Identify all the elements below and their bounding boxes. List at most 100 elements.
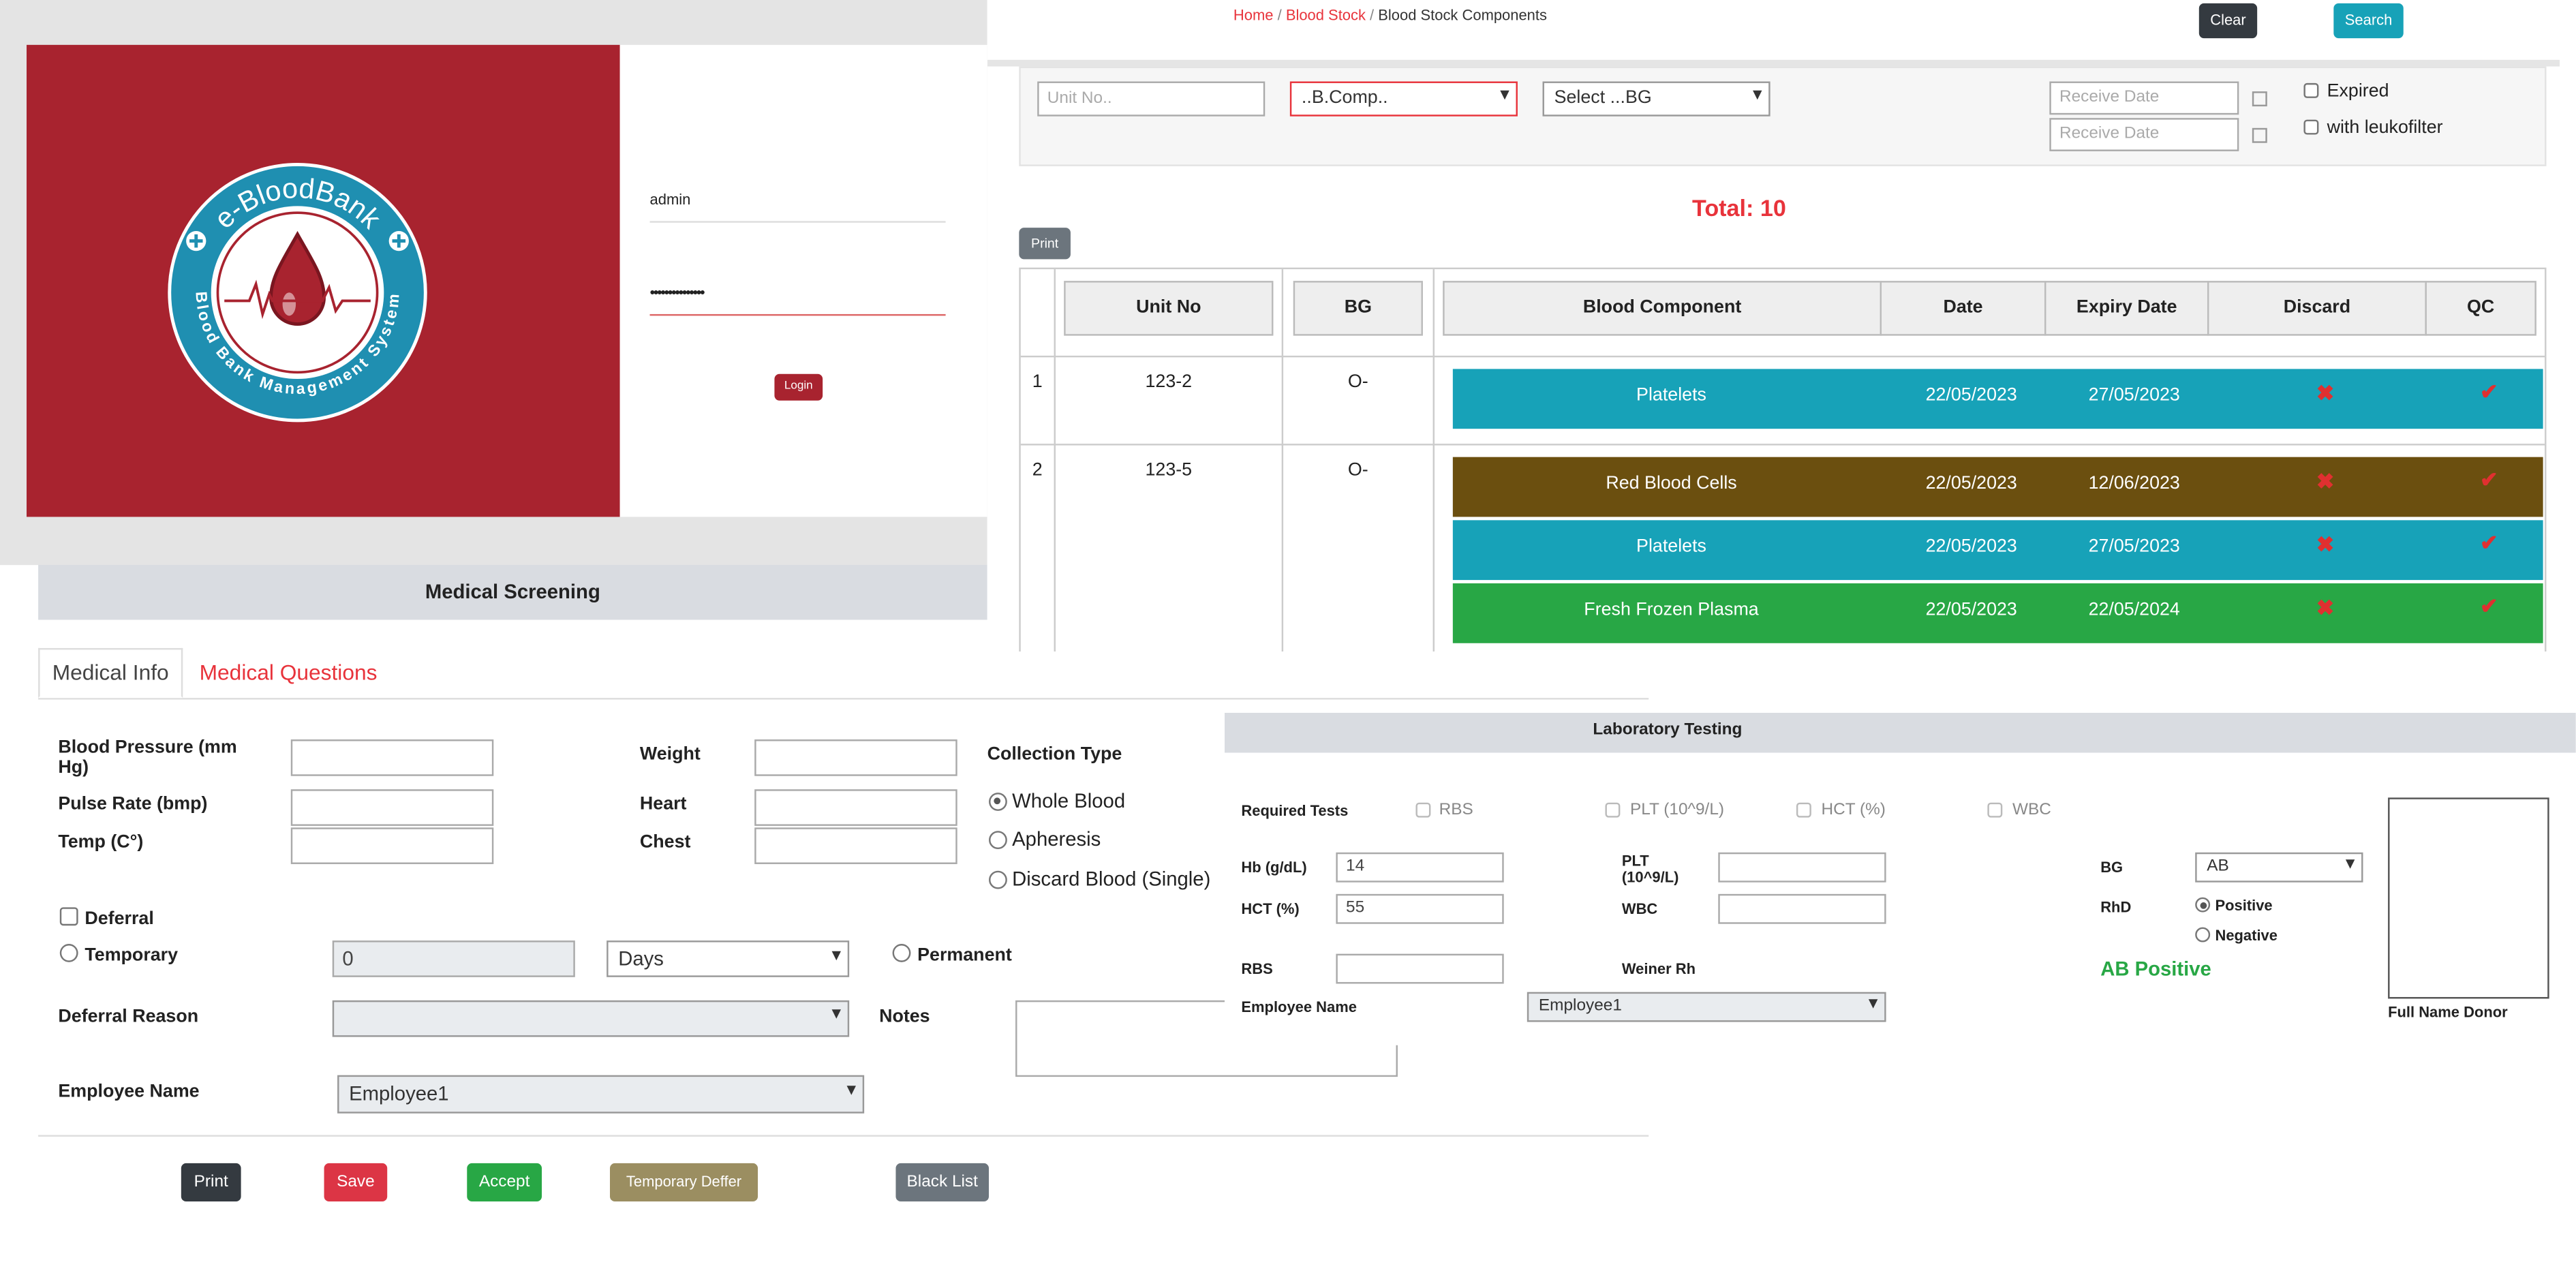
- employee-select[interactable]: Employee1: [337, 1075, 865, 1114]
- discard-icon[interactable]: ✖: [2215, 595, 2435, 622]
- hb-input[interactable]: 14: [1336, 853, 1504, 883]
- password-field[interactable]: •••••••••••••••: [649, 284, 946, 316]
- discard-blood-radio[interactable]: [989, 870, 1007, 889]
- component-row[interactable]: Red Blood Cells 22/05/2023 12/06/2023 ✖ …: [1452, 457, 2543, 517]
- qc-check-icon[interactable]: ✔: [2435, 594, 2543, 620]
- bg-label: BG: [2100, 859, 2123, 876]
- discard-blood-label: Discard Blood (Single): [1012, 867, 1211, 891]
- filter-bar: [987, 59, 2560, 67]
- discard-icon[interactable]: ✖: [2215, 532, 2435, 558]
- breadcrumb: Home / Blood Stock / Blood Stock Compone…: [1233, 6, 1547, 24]
- permanent-radio[interactable]: [892, 944, 911, 962]
- bg-select[interactable]: Select ...BG: [1542, 81, 1770, 117]
- black-list-button[interactable]: Black List: [895, 1163, 990, 1202]
- component-row[interactable]: Platelets 22/05/2023 27/05/2023 ✖ ✔: [1452, 369, 2543, 429]
- deferral-reason-select[interactable]: [332, 1000, 850, 1037]
- weiner-rh-label: Weiner Rh: [1622, 960, 1696, 978]
- rbs-label: RBS: [1241, 960, 1274, 978]
- component-select[interactable]: ..B.Comp..: [1289, 81, 1518, 117]
- apheresis-label: Apheresis: [1012, 827, 1101, 851]
- hct-label: HCT (%): [1241, 900, 1300, 918]
- deferral-unit-select[interactable]: Days: [607, 940, 850, 977]
- component-expiry: 27/05/2023: [2088, 536, 2180, 557]
- component-date: 22/05/2023: [1925, 600, 2017, 620]
- save-button[interactable]: Save: [324, 1163, 388, 1202]
- row-index: 1: [1032, 372, 1043, 393]
- component-date: 22/05/2023: [1925, 385, 2017, 406]
- bg-cell: O-: [1347, 460, 1368, 480]
- wbc-test-label: WBC: [2012, 801, 2052, 820]
- blood-pressure-label: Blood Pressure (mm Hg): [58, 737, 237, 778]
- lab-title-bar: Laboratory Testing: [1225, 713, 2576, 753]
- required-tests-label: Required Tests: [1241, 802, 1349, 820]
- hct-checkbox[interactable]: [1796, 802, 1812, 818]
- rhd-positive-label: Positive: [2215, 897, 2273, 915]
- col-unit-no: Unit No: [1063, 281, 1274, 336]
- lab-bg-select[interactable]: AB: [2195, 853, 2363, 883]
- lab-testing-panel: Laboratory Testing Required Tests RBS PL…: [1225, 713, 2576, 1046]
- receive-date-from-input[interactable]: Receive Date: [2049, 81, 2239, 115]
- calendar-icon[interactable]: [2252, 91, 2267, 107]
- clear-button[interactable]: Clear: [2198, 3, 2257, 39]
- plt-test-label: PLT (10^9/L): [1630, 801, 1725, 820]
- breadcrumb-current: Blood Stock Components: [1377, 6, 1547, 24]
- discard-icon[interactable]: ✖: [2215, 380, 2435, 407]
- wbc-checkbox[interactable]: [1987, 802, 2003, 818]
- leukofilter-checkbox[interactable]: [2303, 119, 2318, 135]
- tab-medical-questions[interactable]: Medical Questions: [200, 660, 378, 685]
- hct-input[interactable]: 55: [1336, 894, 1504, 925]
- discard-icon[interactable]: ✖: [2215, 469, 2435, 495]
- rhd-positive-radio[interactable]: [2195, 897, 2211, 913]
- calendar-icon[interactable]: [2252, 127, 2267, 143]
- col-date: Date: [1880, 281, 2046, 336]
- rbs-test-label: RBS: [1439, 801, 1474, 820]
- apheresis-radio[interactable]: [989, 831, 1007, 850]
- component-name: Platelets: [1636, 536, 1706, 557]
- component-name: Platelets: [1636, 385, 1706, 406]
- weight-input[interactable]: [754, 739, 957, 776]
- expired-checkbox[interactable]: [2303, 82, 2318, 98]
- plt-input[interactable]: [1718, 853, 1886, 883]
- username-field[interactable]: admin: [649, 189, 946, 223]
- qc-check-icon[interactable]: ✔: [2435, 379, 2543, 405]
- component-expiry: 27/05/2023: [2088, 385, 2180, 406]
- heart-input[interactable]: [754, 789, 957, 826]
- qc-check-icon[interactable]: ✔: [2435, 467, 2543, 493]
- plt-checkbox[interactable]: [1605, 802, 1621, 818]
- deferral-checkbox[interactable]: [59, 907, 78, 926]
- chest-input[interactable]: [754, 827, 957, 864]
- donor-name-caption: Full Name Donor: [2388, 1004, 2509, 1021]
- search-button[interactable]: Search: [2333, 3, 2404, 39]
- qc-check-icon[interactable]: ✔: [2435, 530, 2543, 557]
- chest-label: Chest: [639, 832, 691, 853]
- rbs-input[interactable]: [1336, 953, 1504, 984]
- unit-no-cell: 123-5: [1145, 460, 1192, 480]
- print-button[interactable]: Print: [181, 1163, 241, 1202]
- breadcrumb-blood-stock[interactable]: Blood Stock: [1285, 7, 1365, 23]
- wbc-input[interactable]: [1718, 894, 1886, 925]
- rbs-checkbox[interactable]: [1415, 802, 1431, 818]
- tab-medical-info[interactable]: Medical Info: [38, 647, 183, 699]
- deferral-label: Deferral: [85, 908, 154, 930]
- total-count: Total: 10: [1691, 194, 1786, 221]
- temp-input[interactable]: [290, 827, 494, 864]
- login-button[interactable]: Login: [774, 373, 823, 401]
- temporary-defer-button[interactable]: Temporary Deffer: [610, 1163, 758, 1202]
- deferral-duration-input[interactable]: 0: [332, 940, 575, 977]
- hct-test-label: HCT (%): [1821, 801, 1886, 820]
- temporary-radio[interactable]: [59, 944, 78, 962]
- component-date: 22/05/2023: [1925, 536, 2017, 557]
- accept-button[interactable]: Accept: [467, 1163, 542, 1202]
- print-stock-button[interactable]: Print: [1018, 228, 1071, 260]
- receive-date-to-input[interactable]: Receive Date: [2049, 118, 2239, 151]
- rhd-negative-radio[interactable]: [2195, 927, 2211, 942]
- blood-pressure-input[interactable]: [290, 739, 494, 776]
- expired-label: Expired: [2327, 81, 2389, 102]
- breadcrumb-home[interactable]: Home: [1233, 7, 1274, 23]
- unit-no-input[interactable]: Unit No..: [1037, 81, 1265, 117]
- whole-blood-radio[interactable]: [989, 793, 1007, 811]
- component-name: Red Blood Cells: [1605, 474, 1737, 494]
- permanent-label: Permanent: [917, 945, 1012, 966]
- lab-employee-select[interactable]: Employee1: [1527, 992, 1886, 1022]
- pulse-rate-input[interactable]: [290, 789, 494, 826]
